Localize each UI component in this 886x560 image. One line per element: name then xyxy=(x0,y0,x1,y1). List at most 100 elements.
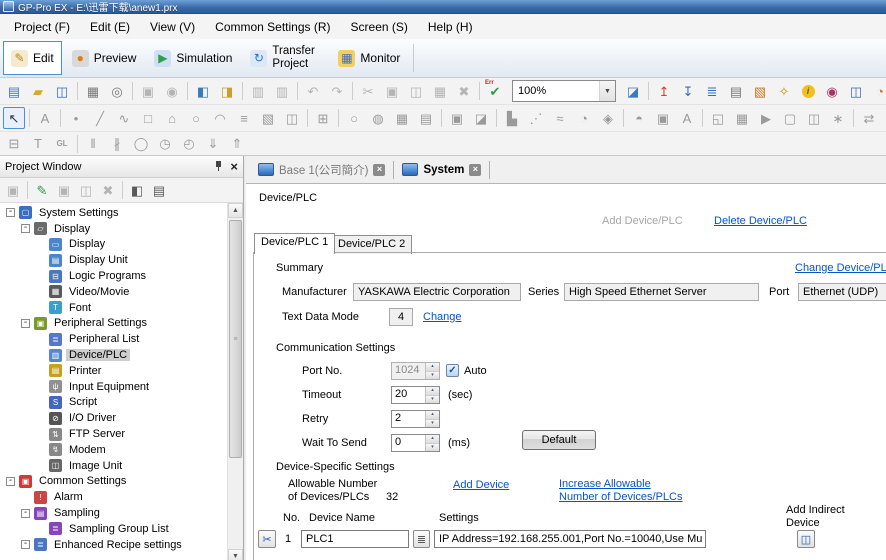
tree-item-font[interactable]: TFont xyxy=(0,300,228,316)
wait-spin-icons[interactable]: ▴▾ xyxy=(425,435,439,451)
device-name-input[interactable]: PLC1 xyxy=(301,530,409,548)
doc-tab-separator xyxy=(489,161,490,179)
doc-tab-system[interactable]: System× xyxy=(396,159,487,181)
mode-bar-separator xyxy=(413,44,414,72)
increase-allowable-link-1[interactable]: Increase Allowable xyxy=(559,478,651,490)
timeout-stepper[interactable]: 20 ▴▾ xyxy=(391,386,440,404)
tree-item-common-settings[interactable]: -▣Common Settings xyxy=(0,474,228,490)
tree-item-system-settings[interactable]: -▢System Settings xyxy=(0,205,228,221)
doc-tab-close-icon[interactable]: × xyxy=(469,164,481,176)
tree-item-input-equipment[interactable]: ψInput Equipment xyxy=(0,379,228,395)
device-monitor-icon[interactable]: ◫ xyxy=(845,80,867,102)
tree-item-display[interactable]: ▭Display xyxy=(0,237,228,253)
tree-item-alarm[interactable]: !Alarm xyxy=(0,489,228,505)
open-project-icon[interactable]: ▰ xyxy=(27,80,49,102)
retry-spin-icons[interactable]: ▴▾ xyxy=(425,411,439,427)
tree-item-enhanced-recipe[interactable]: -≣Enhanced Recipe settings xyxy=(0,537,228,553)
new-project-icon[interactable]: ▤ xyxy=(3,80,25,102)
password-icon[interactable]: ✧ xyxy=(773,80,795,102)
tree-expander-icon[interactable]: - xyxy=(21,540,30,549)
csv-export-icon[interactable]: ▤ xyxy=(725,80,747,102)
error-check-icon[interactable]: Err✔ xyxy=(484,80,506,102)
mode-tab-edit[interactable]: ✎Edit xyxy=(3,41,62,75)
tree-expander-icon[interactable]: - xyxy=(21,319,30,328)
add-indirect-device-label-2: Device xyxy=(786,517,820,529)
device-row-settings-button[interactable]: ✂ xyxy=(258,530,276,548)
mode-tab-monitor[interactable]: ▦Monitor xyxy=(330,41,408,75)
data-browser-icon[interactable]: ◉ xyxy=(821,80,843,102)
scroll-up-icon[interactable]: ▲ xyxy=(228,203,243,218)
increase-allowable-link-2[interactable]: Number of Devices/PLCs xyxy=(559,491,683,503)
tree-expander-icon[interactable]: - xyxy=(21,509,30,518)
tree-expander-icon[interactable]: - xyxy=(6,208,15,217)
screen-list-icon[interactable]: ◧ xyxy=(127,180,147,200)
menu-edit[interactable]: Edit (E) xyxy=(80,17,140,37)
screen-jump-icon[interactable]: ▧ xyxy=(749,80,771,102)
select-tool-icon[interactable]: ↖ xyxy=(3,107,25,129)
project-window-header: Project Window × xyxy=(0,156,243,178)
tree-item-peripheral-settings[interactable]: -▣Peripheral Settings xyxy=(0,316,228,332)
tree-item-printer[interactable]: ▤Printer xyxy=(0,363,228,379)
menu-view[interactable]: View (V) xyxy=(140,17,205,37)
add-indirect-device-button[interactable]: ◫ xyxy=(797,530,815,548)
ladder-monitor-icon[interactable]: ◔ xyxy=(869,80,886,102)
delete-device-plc-link[interactable]: Delete Device/PLC xyxy=(714,215,807,227)
open-screen-icon[interactable]: ◨ xyxy=(216,80,238,102)
zoom-level-select[interactable]: 100%▼ xyxy=(512,80,616,102)
tree-item-sampling-group-list[interactable]: ≣Sampling Group List xyxy=(0,521,228,537)
add-device-link[interactable]: Add Device xyxy=(453,479,509,491)
scroll-down-icon[interactable]: ▼ xyxy=(228,549,243,560)
tree-item-modem[interactable]: ↯Modem xyxy=(0,442,228,458)
project-information-icon[interactable]: ≣ xyxy=(701,80,723,102)
wait-to-send-stepper[interactable]: 0 ▴▾ xyxy=(391,434,440,452)
change-text-data-mode-link[interactable]: Change xyxy=(423,311,462,323)
tree-item-video-movie[interactable]: ▦Video/Movie xyxy=(0,284,228,300)
chevron-down-icon[interactable]: ▼ xyxy=(599,81,615,101)
image-tool-icon: ▧ xyxy=(257,107,279,129)
doc-tab-close-icon[interactable]: × xyxy=(373,164,385,176)
mode-tab-transfer-project[interactable]: ↻Transfer Project xyxy=(242,41,328,75)
save-project-icon[interactable]: ◫ xyxy=(51,80,73,102)
mode-tab-preview[interactable]: ●Preview xyxy=(64,41,145,75)
tree-item-sampling[interactable]: -▤Sampling xyxy=(0,505,228,521)
menu-screen[interactable]: Screen (S) xyxy=(341,17,418,37)
menu-help[interactable]: Help (H) xyxy=(418,17,483,37)
device-settings-button[interactable]: ≣ xyxy=(413,530,430,548)
pin-icon[interactable] xyxy=(213,160,224,173)
doc-tab-base-1[interactable]: Base 1(公司簡介)× xyxy=(252,159,391,181)
information-icon[interactable]: i xyxy=(797,80,819,102)
auto-checkbox[interactable]: ✓ xyxy=(446,364,459,377)
menu-project[interactable]: Project (F) xyxy=(4,17,80,37)
tree-item-script[interactable]: SScript xyxy=(0,395,228,411)
tree-item-display-group[interactable]: -▱Display xyxy=(0,221,228,237)
retry-stepper[interactable]: 2 ▴▾ xyxy=(391,410,440,428)
edit-item-icon[interactable]: ✎ xyxy=(32,180,52,200)
timeout-spin-icons[interactable]: ▴▾ xyxy=(425,387,439,403)
tree-expander-icon[interactable]: - xyxy=(21,224,30,233)
tree-item-peripheral-list[interactable]: ≣Peripheral List xyxy=(0,331,228,347)
tree-expander-icon[interactable]: - xyxy=(6,477,15,486)
tree-item-device-plc[interactable]: ▥Device/PLC xyxy=(0,347,228,363)
tree-item-logic-programs[interactable]: ⊟Logic Programs xyxy=(0,268,228,284)
tree-item-label: Sampling xyxy=(51,507,103,519)
change-device-plc-link[interactable]: Change Device/PLC xyxy=(795,262,886,274)
tree-item-display-unit[interactable]: ▤Display Unit xyxy=(0,252,228,268)
scroll-thumb[interactable]: ≡ xyxy=(229,220,242,458)
tree-item-ftp-server[interactable]: ⇅FTP Server xyxy=(0,426,228,442)
transfer-send-icon[interactable]: ↥ xyxy=(653,80,675,102)
default-button[interactable]: Default xyxy=(522,430,596,450)
tree-item-io-driver[interactable]: ⊘I/O Driver xyxy=(0,410,228,426)
workspace-icon[interactable]: ▤ xyxy=(149,180,169,200)
print-icon[interactable]: ▦ xyxy=(82,80,104,102)
fit-screen-icon[interactable]: ◪ xyxy=(622,80,644,102)
print-preview-icon[interactable]: ◎ xyxy=(106,80,128,102)
tree-item-image-unit[interactable]: ◫Image Unit xyxy=(0,458,228,474)
tab-device-plc-1[interactable]: Device/PLC 1 xyxy=(254,233,335,254)
tree-scrollbar[interactable]: ▲ ≡ ▼ xyxy=(227,203,243,560)
close-icon[interactable]: × xyxy=(230,160,238,173)
project-window-panel: Project Window × ▣✎▣◫✖◧▤ -▢System Settin… xyxy=(0,156,244,560)
menu-common-settings[interactable]: Common Settings (R) xyxy=(205,17,340,37)
mode-tab-simulation[interactable]: ▶Simulation xyxy=(146,41,240,75)
transfer-compare-icon[interactable]: ↧ xyxy=(677,80,699,102)
new-screen-icon[interactable]: ◧ xyxy=(192,80,214,102)
